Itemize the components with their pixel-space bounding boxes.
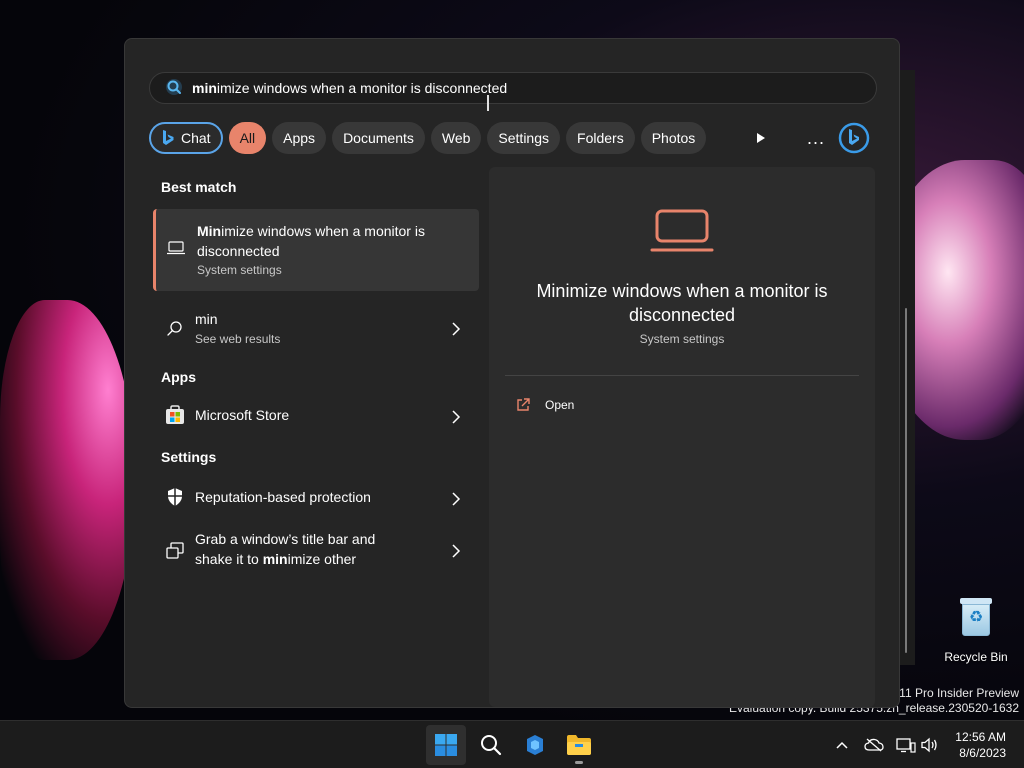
clock-time: 12:56 AM [955,730,1006,744]
laptop-icon [167,241,185,255]
shield-icon [168,488,182,506]
show-hidden-icons-button[interactable] [832,733,852,757]
file-explorer-button[interactable] [559,725,599,765]
query-rest: imize windows when a monitor is disconne… [216,80,508,96]
chevron-right-icon [452,410,461,424]
folder-icon [567,735,591,755]
taskbar: 12:56 AM 8/6/2023 [0,720,1024,768]
label-part: imize other [287,551,357,567]
setting-item-shake-minimize[interactable]: Grab a window’s title bar and shake it t… [153,521,479,583]
preview-subtitle: System settings [639,332,725,346]
taskbar-search-button[interactable] [471,725,511,765]
preview-pane: Minimize windows when a monitor is disco… [489,167,875,707]
filter-web[interactable]: Web [430,122,482,154]
app-item-microsoft-store[interactable]: Microsoft Store [153,395,479,439]
best-match-item[interactable]: Minimize windows when a monitor is disco… [153,209,479,291]
best-match-header: Best match [161,179,237,195]
filter-documents[interactable]: Documents [332,122,425,154]
results-list: Best match Minimize windows when a monit… [153,169,479,583]
query-highlight: min [192,80,217,96]
bing-chat-icon [163,130,174,145]
open-label: Open [545,398,575,412]
start-button[interactable] [426,725,466,765]
windows-logo-icon [435,734,457,756]
chevron-up-icon [836,741,848,749]
search-icon [167,321,182,336]
filter-apps[interactable]: Apps [272,122,327,154]
recycle-bin-label: Recycle Bin [944,650,1008,664]
chevron-right-icon [452,544,461,558]
running-indicator [575,761,583,764]
search-flyout: minimize windows when a monitor is disco… [124,38,900,708]
search-icon [481,735,502,756]
open-action[interactable]: Open [515,397,574,413]
settings-header: Settings [161,449,217,465]
filter-settings[interactable]: Settings [487,122,561,154]
best-match-subtitle: System settings [197,263,282,277]
wallpaper-bloom [0,300,135,660]
search-icon [166,79,182,95]
app-item-label: Microsoft Store [195,407,290,423]
volume-icon[interactable] [919,733,939,757]
taskbar-app-button[interactable] [515,725,555,765]
developer-app-icon [527,735,543,755]
setting-item-label: Grab a window’s title bar and shake it t… [195,529,415,569]
title-rest: imize windows when a monitor is disconne… [197,223,425,259]
setting-item-reputation-protection[interactable]: Reputation-based protection [153,475,479,521]
filter-photos[interactable]: Photos [640,122,707,154]
apps-header: Apps [161,369,196,385]
more-options-button[interactable]: ... [801,121,831,155]
web-result-subtitle: See web results [195,332,281,346]
web-result-title: min [195,311,218,327]
divider [505,375,859,376]
filter-chat-label: Chat [181,130,211,146]
more-filters-play-icon[interactable] [751,121,771,155]
search-filter-bar: Chat All Apps Documents Web Settings Fol… [149,121,712,155]
system-clock[interactable]: 12:56 AM 8/6/2023 [955,729,1006,761]
search-input[interactable]: minimize windows when a monitor is disco… [149,72,877,104]
label-highlight: min [262,551,288,567]
title-highlight: Min [197,223,222,239]
filter-folders[interactable]: Folders [566,122,635,154]
clock-date: 8/6/2023 [959,746,1006,760]
windows-stack-icon [166,542,184,559]
best-match-title: Minimize windows when a monitor is disco… [197,221,447,261]
open-external-icon [517,398,530,411]
onedrive-offline-icon[interactable] [863,733,885,757]
chevron-right-icon [452,322,461,336]
filter-all[interactable]: All [228,122,267,154]
setting-item-label: Reputation-based protection [195,489,371,505]
search-query: minimize windows when a monitor is disco… [192,80,507,96]
filter-chat[interactable]: Chat [149,122,223,154]
web-result-item[interactable]: min See web results [153,305,479,355]
chevron-right-icon [452,492,461,506]
bing-icon[interactable] [837,121,871,155]
microsoft-store-icon [166,405,184,424]
text-cursor [487,95,489,111]
network-icon[interactable] [895,733,917,757]
recycle-bin-shortcut[interactable]: ♻ Recycle Bin [940,596,1012,664]
recycle-bin-icon: ♻ [958,596,994,638]
laptop-icon [650,209,714,252]
preview-title: Minimize windows when a monitor is disco… [536,281,828,325]
background-window-scrollbar[interactable] [905,308,907,653]
